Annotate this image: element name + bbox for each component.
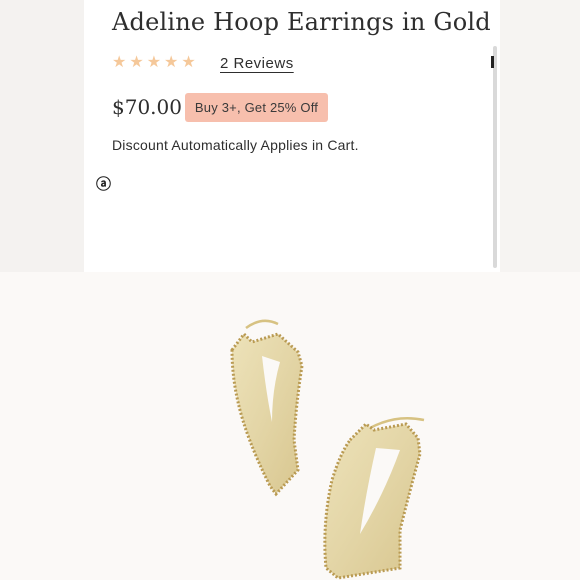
star-icon: ★	[129, 54, 144, 71]
promo-badge: Buy 3+, Get 25% Off	[185, 93, 328, 122]
star-icon: ★	[164, 54, 179, 71]
product-panel	[84, 0, 500, 272]
star-icon: ★	[181, 54, 196, 71]
product-title: Adeline Hoop Earrings in Gold	[112, 8, 491, 36]
product-price: $70.00	[112, 95, 182, 119]
screen-right-margin	[500, 0, 580, 272]
star-rating[interactable]: ★ ★ ★ ★ ★	[112, 54, 196, 72]
earrings-photo	[0, 272, 580, 580]
star-icon: ★	[146, 54, 162, 71]
afterpay-icon[interactable]: ⓐ	[96, 173, 111, 194]
discount-note: Discount Automatically Applies in Cart.	[112, 137, 359, 153]
scrollbar-thumb[interactable]	[491, 56, 494, 68]
star-icon: ★	[112, 54, 127, 71]
reviews-link[interactable]: 2 Reviews	[220, 55, 294, 72]
screen-left-margin	[0, 0, 84, 272]
scrollbar[interactable]	[493, 46, 497, 268]
